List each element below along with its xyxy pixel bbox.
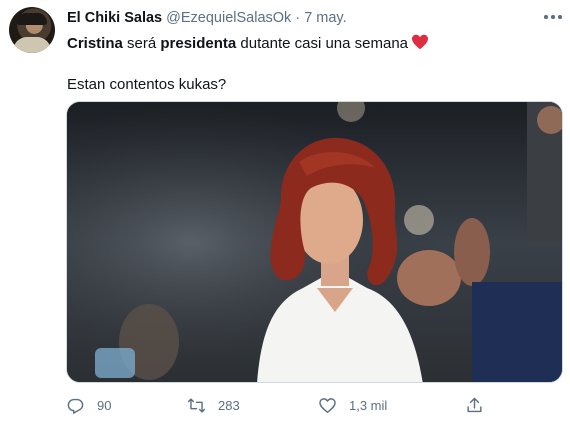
avatar[interactable]	[9, 7, 55, 53]
avatar-cap	[17, 13, 47, 25]
retweet-button[interactable]: 283	[187, 390, 240, 420]
share-button[interactable]	[465, 390, 496, 420]
tweet[interactable]: El Chiki Salas @EzequielSalasOk · 7 may.…	[0, 0, 570, 424]
retweet-count: 283	[218, 397, 240, 413]
author-name[interactable]: El Chiki Salas	[67, 10, 162, 26]
reply-button[interactable]: 90	[66, 390, 111, 420]
reply-count: 90	[97, 397, 112, 413]
like-count: 1,3 mil	[349, 397, 388, 413]
retweet-icon	[187, 397, 206, 413]
reply-icon	[67, 398, 84, 414]
text-plain-2: dutante casi una semana	[236, 35, 409, 52]
tweet-photo[interactable]	[66, 101, 563, 383]
action-bar: 90 283 1,3 mil	[0, 390, 570, 420]
like-icon	[319, 397, 336, 413]
share-icon	[467, 397, 482, 412]
tweet-text-line-1: Cristina será presidenta dutante casi un…	[67, 34, 429, 54]
heart-emoji-icon	[411, 34, 429, 54]
like-button[interactable]: 1,3 mil	[318, 390, 387, 420]
tweet-date[interactable]: 7 may.	[304, 10, 346, 26]
separator-dot: ·	[295, 10, 301, 26]
text-bold-presidenta: presidenta	[160, 35, 237, 52]
avatar-shirt	[13, 37, 51, 53]
tweet-text-line-2: Estan contentos kukas?	[67, 76, 227, 93]
text-plain-1: será	[122, 35, 161, 52]
more-icon[interactable]	[541, 9, 565, 25]
tweet-header: El Chiki Salas @EzequielSalasOk · 7 may.	[67, 10, 347, 26]
text-bold-cristina: Cristina	[67, 35, 123, 52]
author-handle[interactable]: @EzequielSalasOk	[166, 10, 291, 26]
